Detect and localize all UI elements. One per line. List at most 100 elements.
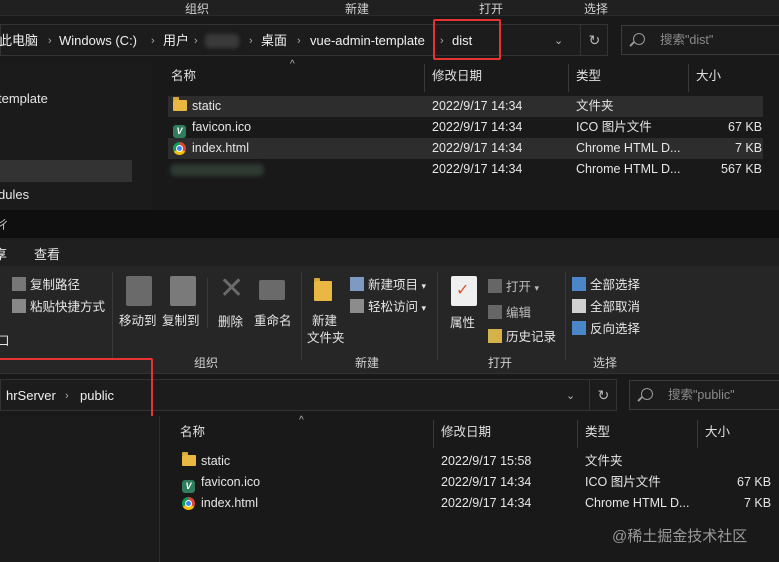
breadcrumb-separator-icon[interactable]: ›	[194, 25, 198, 57]
rename-icon	[259, 280, 285, 300]
column-header-size[interactable]: 大小	[696, 64, 721, 88]
tab-share[interactable]: 享	[0, 244, 7, 263]
open-label: 打开	[506, 280, 532, 294]
ribbon-group-select: 选择	[584, 2, 609, 16]
select-none-button[interactable]: 全部取消	[572, 296, 640, 315]
move-to-button[interactable]: 移动到	[119, 310, 157, 329]
table-row[interactable]: 2022/9/17 14:34 Chrome HTML D... 567 KB	[168, 159, 763, 180]
ribbon-group-organize: 组织	[194, 356, 219, 370]
breadcrumb-separator-icon[interactable]: ›	[249, 25, 253, 57]
copy-to-button[interactable]: 复制到	[162, 310, 200, 329]
table-row[interactable]: V favicon.ico 2022/9/17 14:34 ICO 图片文件 6…	[168, 117, 763, 138]
nav-item-template[interactable]: template	[0, 91, 48, 106]
breadcrumb-desktop[interactable]: 桌面	[261, 25, 287, 57]
bottom-tab-bar: 享 查看	[0, 238, 779, 266]
top-search-input[interactable]: 搜索"dist"	[621, 25, 779, 55]
easy-access-button[interactable]: 轻松访问 ▾	[350, 296, 426, 315]
table-row[interactable]: V favicon.ico 2022/9/17 14:34 ICO 图片文件 6…	[177, 472, 772, 493]
copy-to-icon	[170, 276, 196, 306]
new-folder-label-1: 新建	[312, 314, 338, 328]
nav-item-modules[interactable]: dules	[0, 187, 29, 202]
file-type: 文件夹	[576, 99, 614, 113]
table-row[interactable]: index.html 2022/9/17 14:34 Chrome HTML D…	[168, 138, 763, 159]
breadcrumb-this-pc[interactable]: 此电脑	[0, 25, 38, 57]
rename-button[interactable]: 重命名	[254, 310, 292, 329]
file-date: 2022/9/17 14:34	[432, 120, 523, 134]
column-header-name[interactable]: 名称	[180, 420, 205, 444]
chrome-icon	[182, 496, 195, 517]
blurred-username	[205, 34, 239, 48]
file-size: 67 KB	[737, 475, 772, 489]
file-type: Chrome HTML D...	[576, 141, 681, 155]
chevron-down-icon[interactable]: ⌄	[554, 34, 563, 47]
breadcrumb-separator-icon[interactable]: ›	[151, 25, 155, 57]
column-header-size[interactable]: 大小	[705, 420, 730, 444]
new-item-button[interactable]: 新建项目 ▾	[350, 274, 426, 293]
nav-item-selected[interactable]	[0, 160, 132, 182]
invert-selection-icon	[572, 321, 586, 335]
invert-selection-button[interactable]: 反向选择	[572, 318, 640, 337]
file-date: 2022/9/17 14:34	[432, 99, 523, 113]
ribbon-group-open: 打开	[488, 356, 513, 370]
invert-selection-label: 反向选择	[590, 322, 641, 336]
column-header-date[interactable]: 修改日期	[441, 420, 491, 444]
column-divider	[577, 420, 578, 448]
sort-up-icon: ^	[299, 415, 304, 426]
chevron-down-icon[interactable]: ⌄	[566, 389, 575, 402]
copy-path-button[interactable]: 复制路径	[12, 274, 80, 293]
file-type: ICO 图片文件	[576, 120, 652, 134]
breadcrumb-vue-admin-template[interactable]: vue-admin-template	[310, 25, 425, 57]
ribbon-divider	[207, 278, 208, 328]
paste-shortcut-button[interactable]: 粘贴快捷方式	[12, 296, 105, 315]
table-row[interactable]: static 2022/9/17 15:58 文件夹	[177, 451, 772, 472]
breadcrumb-separator-icon[interactable]: ›	[48, 25, 52, 57]
ribbon-divider	[437, 272, 438, 360]
file-name: favicon.ico	[192, 120, 252, 134]
top-status-bar: ㄔ	[0, 210, 779, 238]
dropdown-arrow-icon: ▾	[421, 303, 427, 313]
column-divider	[688, 64, 689, 92]
breadcrumb-separator-icon[interactable]: ›	[297, 25, 301, 57]
column-header-name[interactable]: 名称	[171, 64, 196, 88]
column-header-type[interactable]: 类型	[585, 420, 610, 444]
table-row[interactable]: static 2022/9/17 14:34 文件夹	[168, 96, 763, 117]
select-all-button[interactable]: 全部选择	[572, 274, 640, 293]
ribbon-group-organize: 组织	[185, 2, 210, 16]
ribbon-group-select: 选择	[593, 356, 618, 370]
file-size: 67 KB	[728, 120, 763, 134]
bottom-search-input[interactable]: 搜索"public"	[629, 380, 779, 410]
breadcrumb-users[interactable]: 用户	[163, 25, 189, 57]
open-button[interactable]: 打开 ▾	[488, 276, 539, 295]
column-divider	[433, 420, 434, 448]
new-folder-icon	[314, 278, 332, 302]
check-mark-icon: ✓	[456, 282, 470, 299]
select-none-icon	[572, 299, 586, 313]
column-header-date[interactable]: 修改日期	[432, 64, 482, 88]
properties-button[interactable]: 属性	[450, 312, 475, 331]
file-type: Chrome HTML D...	[585, 496, 690, 510]
column-divider	[697, 420, 698, 448]
dropdown-arrow-icon: ▾	[421, 281, 427, 291]
ribbon-divider	[565, 272, 566, 360]
table-row[interactable]: index.html 2022/9/17 14:34 Chrome HTML D…	[177, 493, 772, 514]
move-to-icon	[126, 276, 152, 306]
new-folder-button-line2[interactable]: 文件夹	[307, 327, 345, 346]
refresh-icon[interactable]: ↻	[589, 380, 617, 410]
breadcrumb-c-drive[interactable]: Windows (C:)	[59, 25, 137, 57]
delete-icon: ✕	[219, 272, 245, 305]
history-label: 历史记录	[506, 330, 557, 344]
file-size: 567 KB	[721, 162, 763, 176]
sort-up-icon: ^	[290, 59, 295, 70]
refresh-icon[interactable]: ↻	[580, 25, 608, 55]
delete-button[interactable]: 删除	[218, 311, 243, 330]
tab-view[interactable]: 查看	[34, 244, 60, 263]
easy-access-label: 轻松访问	[368, 300, 419, 314]
edit-button[interactable]: 编辑	[488, 302, 531, 321]
file-date: 2022/9/17 15:58	[441, 454, 532, 468]
file-size: 7 KB	[735, 141, 763, 155]
top-address-bar[interactable]: 此电脑 › Windows (C:) › 用户 › › 桌面 › vue-adm…	[0, 24, 608, 56]
paste-shortcut-icon	[12, 299, 26, 313]
column-header-type[interactable]: 类型	[576, 64, 601, 88]
file-name: static	[201, 454, 231, 468]
history-button[interactable]: 历史记录	[488, 326, 556, 345]
